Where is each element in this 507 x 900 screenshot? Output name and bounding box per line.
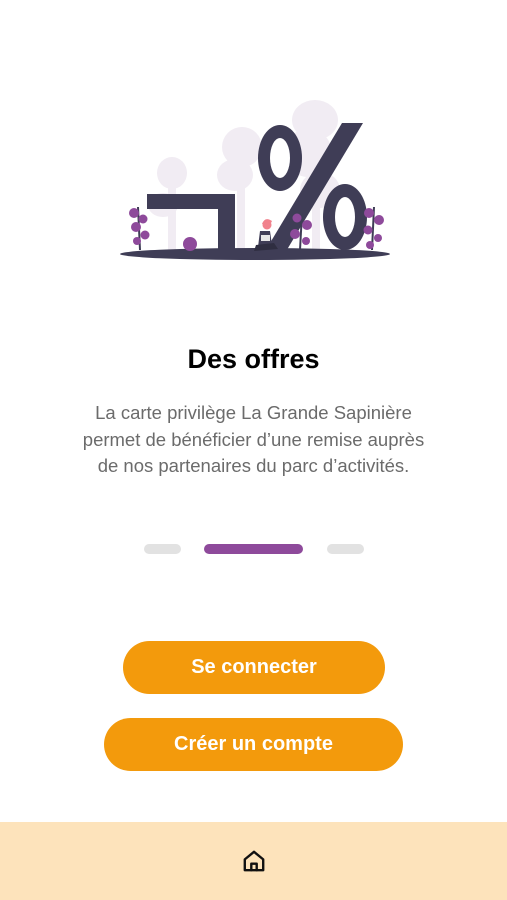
page-title: Des offres xyxy=(187,344,320,374)
login-button[interactable]: Se connecter xyxy=(123,641,385,694)
home-icon xyxy=(243,850,264,872)
discount-percent-illustration xyxy=(120,100,390,260)
create-account-button[interactable]: Créer un compte xyxy=(104,718,403,771)
page-description: La carte privilège La Grande Sapinière p… xyxy=(82,402,425,476)
home-tab[interactable] xyxy=(232,839,276,883)
pagination-dot-1[interactable] xyxy=(144,544,181,554)
bottom-navigation-bar xyxy=(0,822,507,900)
pagination-dot-3[interactable] xyxy=(327,544,364,554)
pagination-dot-2-active[interactable] xyxy=(204,544,303,554)
